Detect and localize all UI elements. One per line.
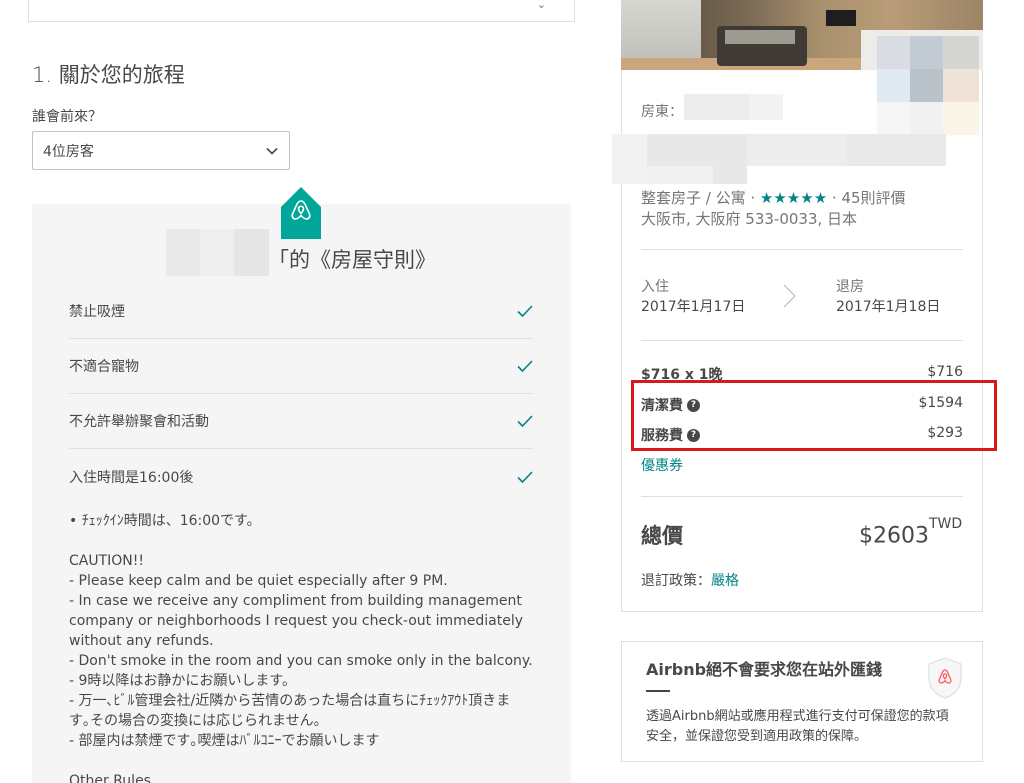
cancellation-policy: 退訂政策：嚴格 bbox=[641, 573, 739, 589]
payment-safety-body: 透過Airbnb網站或應用程式進行支付可保證您的款項安全，並保證您受到適用政策的… bbox=[646, 709, 949, 744]
caution-note: CAUTION!! - Please keep calm and be quie… bbox=[69, 551, 539, 751]
previous-section-card: ⌄ bbox=[28, 0, 575, 22]
checkout-label: 退房 bbox=[836, 279, 864, 295]
cancellation-policy-link[interactable]: 嚴格 bbox=[711, 573, 739, 589]
caution-line: - 部屋内は禁煙です｡喫煙はﾊﾞﾙｺﾆｰでお願いします bbox=[69, 733, 380, 749]
check-icon bbox=[517, 470, 533, 483]
review-count[interactable]: · 45則評價 bbox=[827, 189, 906, 207]
rule-item: 不適合寵物 bbox=[69, 339, 533, 394]
house-rules-title: 「的《房屋守則》 bbox=[268, 248, 436, 272]
fees-highlight-box bbox=[631, 380, 997, 451]
caution-line: without any refunds. bbox=[69, 633, 214, 649]
title-accent-bar bbox=[646, 690, 670, 692]
listing-type: 整套房子 / 公寓 · ★★★★★ · 45則評價 bbox=[641, 187, 906, 208]
host-label: 房東： bbox=[641, 104, 683, 120]
listing-type-label: 整套房子 / 公寓 · bbox=[641, 189, 760, 207]
shield-icon bbox=[928, 657, 962, 699]
chevron-icon: ⌄ bbox=[536, 0, 546, 11]
chevron-down-icon bbox=[266, 147, 278, 155]
airbnb-logo-icon bbox=[281, 187, 321, 239]
guests-label: 誰會前來？ bbox=[32, 109, 102, 125]
caution-line: - 万一､ﾋﾞﾙ管理会社/近隣から苦情のあった場合は直ちにﾁｪｯｸｱｳﾄ頂きま bbox=[69, 693, 511, 709]
check-icon bbox=[517, 415, 533, 428]
caution-line: company or neighborhoods I request you c… bbox=[69, 613, 523, 629]
other-rules-heading: Other Rules bbox=[69, 773, 151, 783]
total-value: $2603TWD bbox=[859, 516, 963, 549]
guests-select-value: 4位房客 bbox=[43, 143, 94, 160]
rule-item: 禁止吸煙 bbox=[69, 284, 533, 339]
check-icon bbox=[517, 360, 533, 373]
divider bbox=[641, 496, 963, 497]
guests-select[interactable]: 4位房客 bbox=[32, 131, 290, 170]
total-label: 總價 bbox=[641, 524, 683, 548]
chevron-right-icon bbox=[783, 284, 796, 308]
checkin-date[interactable]: 2017年1月17日 bbox=[641, 296, 745, 316]
checkin-label: 入住 bbox=[641, 279, 669, 295]
caution-line: - In case we receive any compliment from… bbox=[69, 593, 522, 609]
caution-line: CAUTION!! bbox=[69, 553, 144, 569]
rule-label: 禁止吸煙 bbox=[69, 304, 125, 320]
total-currency: TWD bbox=[929, 516, 963, 532]
divider bbox=[641, 249, 963, 250]
checkout-date[interactable]: 2017年1月18日 bbox=[836, 296, 940, 316]
rule-label: 不適合寵物 bbox=[69, 359, 139, 375]
rule-label: 不允許舉辦聚會和活動 bbox=[69, 414, 209, 430]
caution-line: - Please keep calm and be quiet especial… bbox=[69, 573, 448, 589]
payment-safety-title: Airbnb絕不會要求您在站外匯錢 bbox=[646, 660, 883, 679]
caution-line: す｡その場合の変換には応じられません。 bbox=[69, 713, 328, 729]
rule-label: 入住時間是16:00後 bbox=[69, 469, 194, 486]
coupon-link[interactable]: 優惠券 bbox=[641, 455, 683, 475]
divider bbox=[641, 340, 963, 341]
star-rating-icon: ★★★★★ bbox=[759, 189, 828, 207]
checkin-note: • ﾁｪｯｸｲﾝ時間は、16:00です。 bbox=[69, 513, 261, 529]
host-name-redacted bbox=[166, 229, 269, 276]
caution-line: - 9時以降はお静かにお願いします。 bbox=[69, 673, 297, 689]
check-icon bbox=[517, 305, 533, 318]
rule-item: 不允許舉辦聚會和活動 bbox=[69, 394, 533, 449]
listing-address: 大阪市, 大阪府 533-0033, 日本 bbox=[641, 210, 858, 228]
caution-line: - Don't smoke in the room and you can sm… bbox=[69, 653, 533, 669]
rule-item: 入住時間是16:00後 bbox=[69, 449, 533, 504]
step-title: 1. 關於您的旅程 bbox=[32, 63, 185, 87]
